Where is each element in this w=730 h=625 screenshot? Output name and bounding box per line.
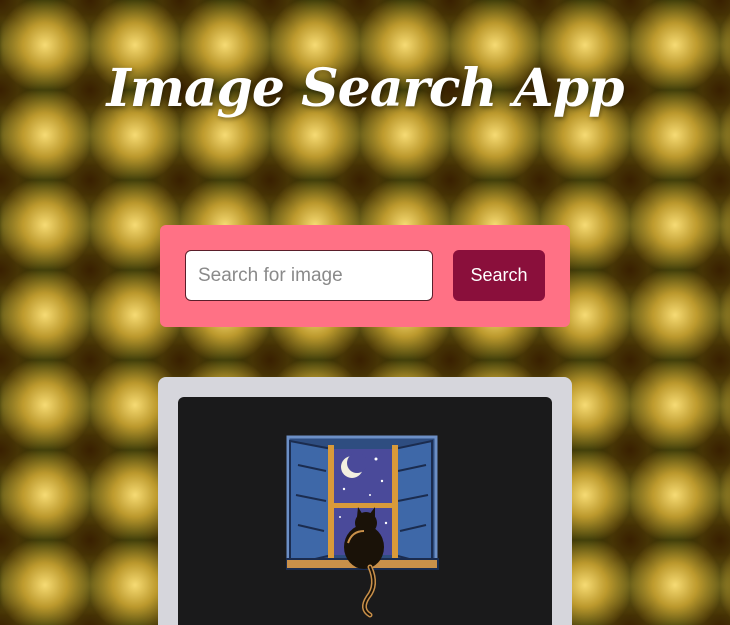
page-title: Image Search App [106,58,625,119]
cat-window-illustration[interactable] [286,435,446,620]
results-panel [158,377,572,625]
search-input[interactable] [185,250,433,301]
result-image-card[interactable] [178,397,552,625]
search-panel: Search [160,225,570,327]
search-button[interactable]: Search [453,250,545,301]
